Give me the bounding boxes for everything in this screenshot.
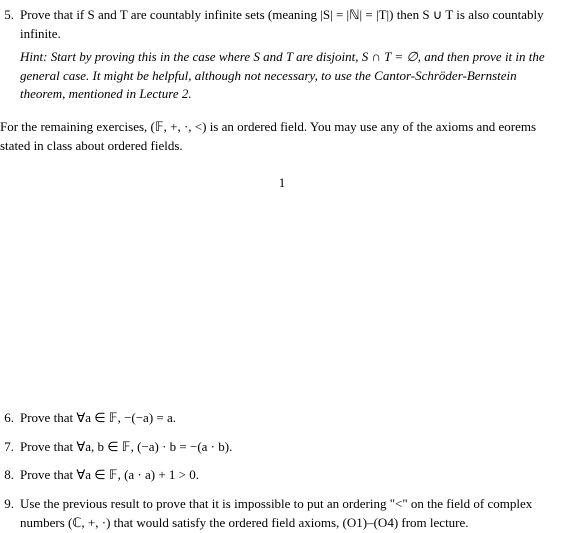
page-number: 1 [0,174,564,193]
problem-number: 8. [0,466,20,485]
problem-6: 6. Prove that ∀a ∈ 𝔽, −(−a) = a. [0,409,564,428]
problem-text: Use the previous result to prove that it… [20,495,564,533]
problem-item: 8. Prove that ∀a ∈ 𝔽, (a · a) + 1 > 0. [0,466,564,485]
problem-number: 7. [0,438,20,457]
blank-space [0,211,564,409]
problem-body: Prove that if S and T are countably infi… [20,6,564,104]
problem-9: 9. Use the previous result to prove that… [0,495,564,533]
problem-text: Prove that ∀a ∈ 𝔽, (a · a) + 1 > 0. [20,466,564,485]
problem-5: 5. Prove that if S and T are countably i… [0,6,564,104]
problem-item: 6. Prove that ∀a ∈ 𝔽, −(−a) = a. [0,409,564,428]
problem-text: Prove that if S and T are countably infi… [20,6,564,44]
problem-text: Prove that ∀a, b ∈ 𝔽, (−a) · b = −(a · b… [20,438,564,457]
section-note: For the remaining exercises, (𝔽, +, ·, <… [0,118,564,156]
problem-hint: Hint: Start by proving this in the case … [20,48,564,105]
problem-text: Prove that ∀a ∈ 𝔽, −(−a) = a. [20,409,564,428]
problem-item: 9. Use the previous result to prove that… [0,495,564,533]
problem-number: 5. [0,6,20,104]
problem-number: 9. [0,495,20,533]
problem-number: 6. [0,409,20,428]
problem-8: 8. Prove that ∀a ∈ 𝔽, (a · a) + 1 > 0. [0,466,564,485]
problem-7: 7. Prove that ∀a, b ∈ 𝔽, (−a) · b = −(a … [0,438,564,457]
problem-item: 7. Prove that ∀a, b ∈ 𝔽, (−a) · b = −(a … [0,438,564,457]
problem-item: 5. Prove that if S and T are countably i… [0,6,564,104]
